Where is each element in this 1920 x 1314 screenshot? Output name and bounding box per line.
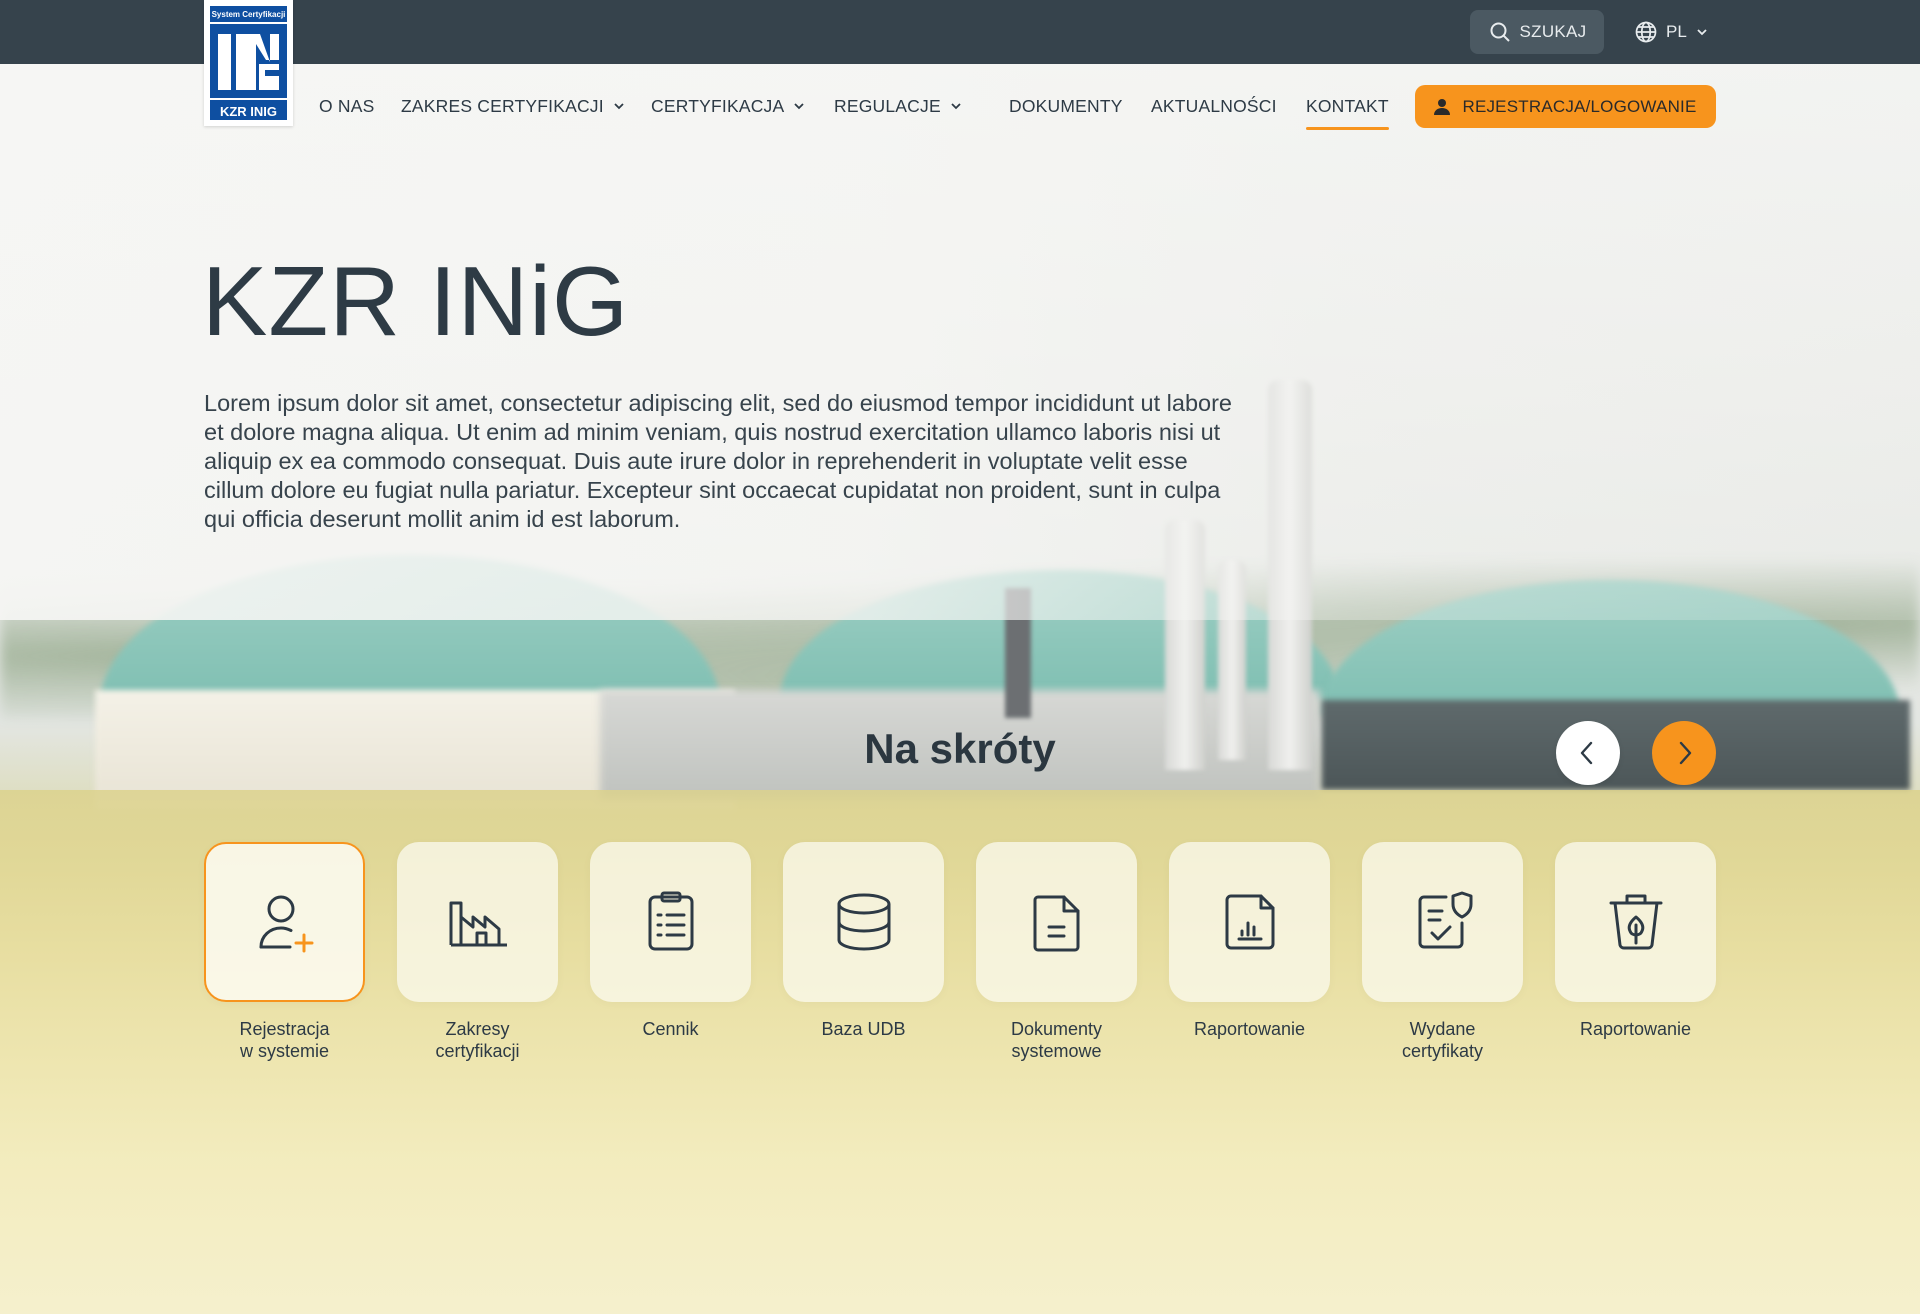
logo-lettering: System Certyfikacji KZR INIG [212, 10, 286, 119]
recycle-bin-icon [1609, 894, 1662, 950]
nav-label: ZAKRES CERTYFIKACJI [401, 95, 604, 116]
shortcut-label: Cennik [642, 1019, 699, 1039]
shortcut-raportowanie: Raportowanie [1169, 842, 1330, 1040]
nav-label: O NAS [319, 95, 375, 116]
chevron-left-icon [1580, 741, 1593, 765]
hero-description: Lorem ipsum dolor sit amet, consectetur … [204, 390, 1232, 532]
shortcut-label: Baza UDB [821, 1019, 906, 1039]
register-login-label: REJESTRACJA/LOGOWANIE [1462, 96, 1697, 116]
shortcuts-title: Na skróty [864, 725, 1056, 772]
register-login-button[interactable]: REJESTRACJA/LOGOWANIE [1415, 85, 1716, 128]
nav-label: KONTAKT [1306, 95, 1389, 116]
chevron-down-icon [951, 103, 961, 110]
nav-label: REGULACJE [834, 95, 941, 116]
shortcut-dokumenty: Dokumenty systemowe [976, 842, 1137, 1062]
chevron-down-icon [1697, 29, 1707, 36]
factory-icon [449, 901, 507, 947]
hero-background-image [0, 0, 1920, 1314]
shortcut-card[interactable] [1555, 842, 1716, 1002]
chevron-right-icon [1679, 741, 1692, 765]
shortcut-cennik: Cennik [590, 842, 751, 1040]
shortcut-card[interactable] [783, 842, 944, 1002]
shortcut-card[interactable] [1169, 842, 1330, 1002]
shortcut-baza-udb: Baza UDB [783, 842, 944, 1040]
shortcut-rejestracja: Rejestracja w systemie [204, 842, 365, 1062]
chevron-down-icon [614, 103, 624, 110]
chevron-down-icon [794, 103, 804, 110]
shortcut-label: Rejestracja w systemie [239, 1019, 330, 1061]
shortcut-label: Raportowanie [1579, 1019, 1692, 1039]
nav-zakres-certyfikacji[interactable]: ZAKRES CERTYFIKACJI [401, 84, 626, 128]
database-icon [837, 893, 890, 951]
language-selector[interactable]: PL [1634, 10, 1709, 54]
shortcut-wydane-certyfikaty: Wydane certyfikaty [1362, 842, 1523, 1062]
page-title: KZR INiG [202, 246, 630, 356]
user-add-icon [259, 895, 313, 953]
shortcut-card[interactable] [204, 842, 365, 1002]
svg-text:System Certyfikacji: System Certyfikacji [212, 10, 286, 19]
nav-label: CERTYFIKACJA [651, 95, 785, 116]
nav-kontakt[interactable]: KONTAKT [1306, 84, 1389, 130]
report-chart-icon [1225, 894, 1274, 950]
certificate-icon [1418, 891, 1472, 949]
shortcut-label: Zakresy certyfikacji [435, 1019, 520, 1061]
shortcut-label: Raportowanie [1193, 1019, 1306, 1039]
shortcut-card[interactable] [590, 842, 751, 1002]
nav-aktualnosci[interactable]: AKTUALNOŚCI [1151, 84, 1277, 128]
globe-icon [1635, 21, 1657, 43]
clipboard-list-icon [648, 891, 693, 951]
shortcut-label: Dokumenty systemowe [1010, 1019, 1103, 1061]
nav-regulacje[interactable]: REGULACJE [834, 84, 963, 128]
document-icon [1033, 895, 1079, 952]
search-button[interactable]: SZUKAJ [1470, 10, 1604, 54]
user-icon [1434, 98, 1451, 115]
shortcut-card[interactable] [397, 842, 558, 1002]
shortcut-card[interactable] [976, 842, 1137, 1002]
nav-o-nas[interactable]: O NAS [319, 84, 374, 128]
nav-dokumenty[interactable]: DOKUMENTY [1009, 84, 1123, 128]
shortcut-label: Wydane certyfikaty [1401, 1019, 1484, 1061]
svg-text:KZR INIG: KZR INIG [220, 104, 277, 119]
search-label: SZUKAJ [1519, 22, 1587, 41]
carousel-next-button[interactable] [1652, 721, 1716, 785]
shortcut-card[interactable] [1362, 842, 1523, 1002]
search-icon [1490, 22, 1510, 42]
language-label: PL [1666, 22, 1687, 41]
nav-label: AKTUALNOŚCI [1151, 95, 1277, 116]
shortcut-raportowanie-2: Raportowanie [1555, 842, 1716, 1040]
shortcut-zakresy: Zakresy certyfikacji [397, 842, 558, 1062]
nav-label: DOKUMENTY [1009, 95, 1123, 116]
nav-certyfikacja[interactable]: CERTYFIKACJA [651, 84, 806, 128]
carousel-prev-button[interactable] [1556, 721, 1620, 785]
